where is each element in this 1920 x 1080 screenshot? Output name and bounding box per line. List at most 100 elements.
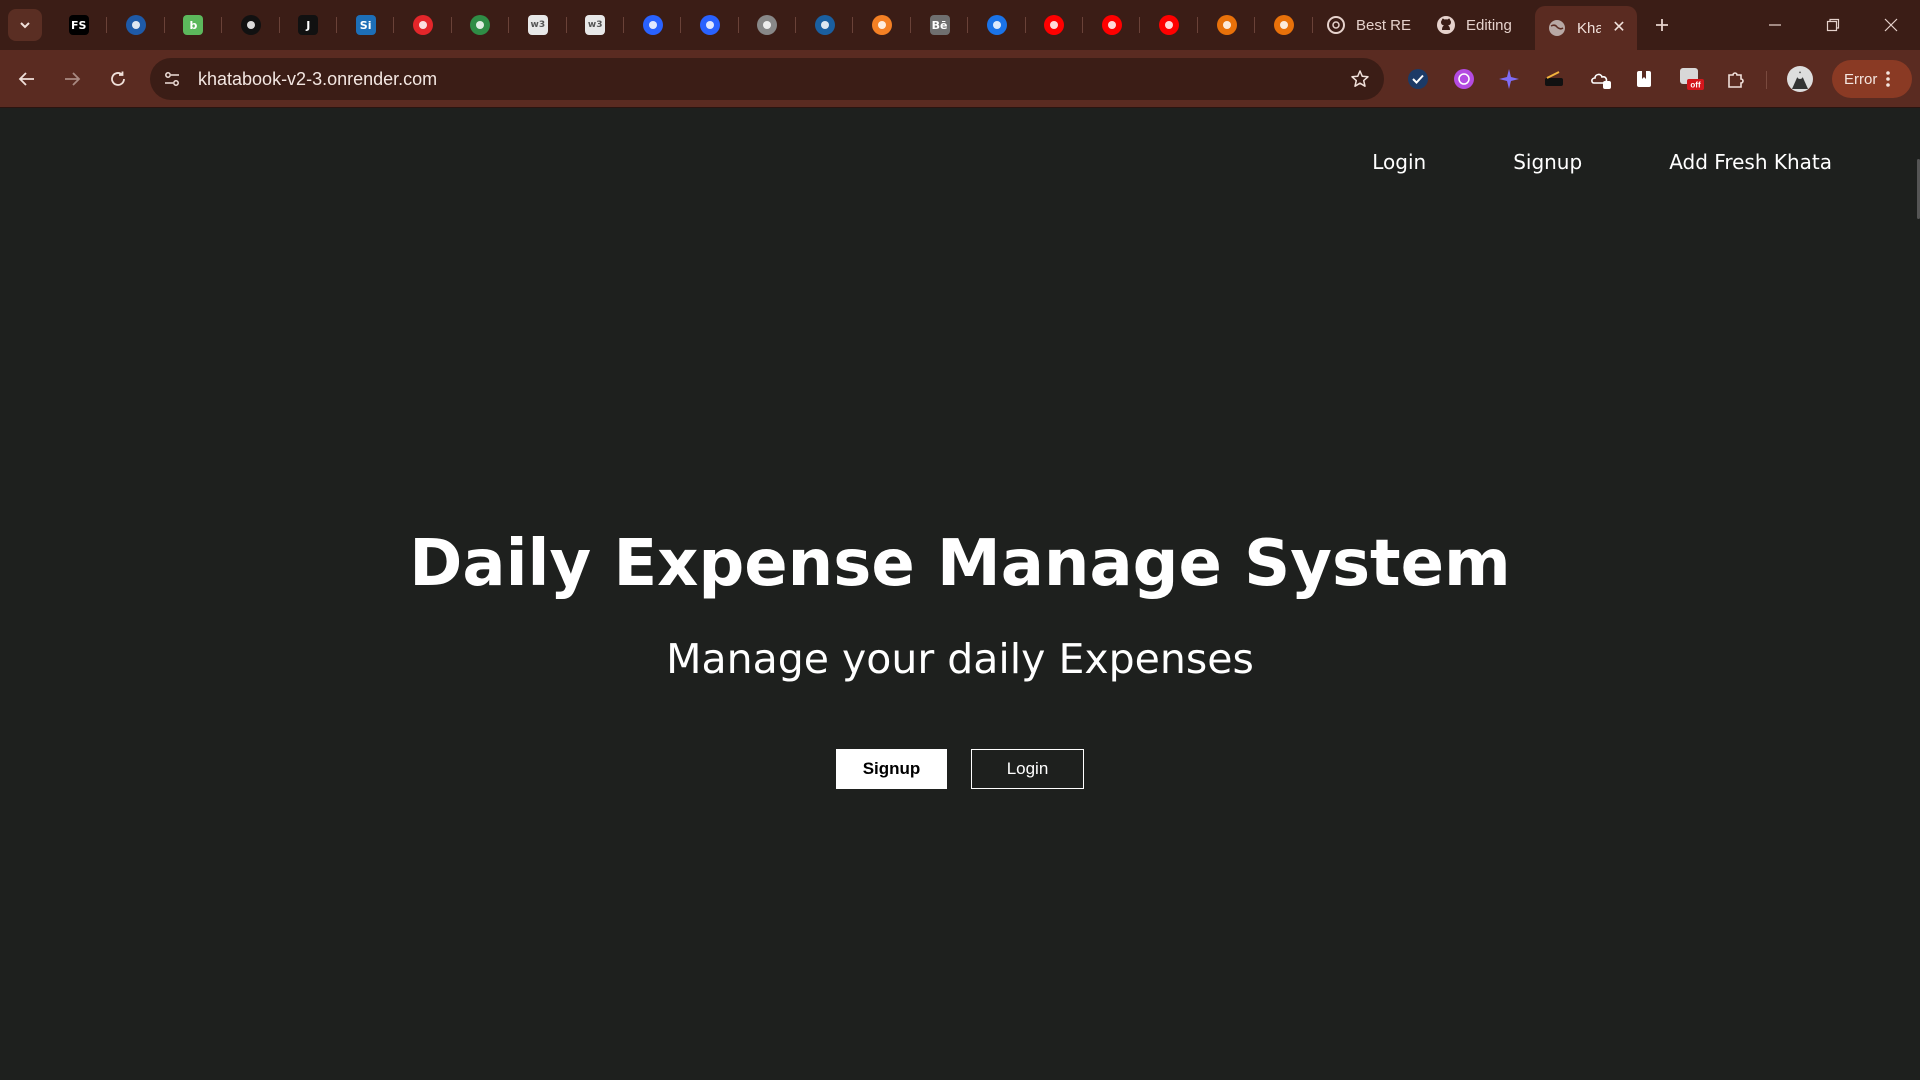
- tab-strip: FS b J Si w3 w3 Bē Best RE Editing Khatabook ✕: [0, 0, 1920, 50]
- blue-k-favicon-icon: [699, 15, 720, 35]
- new-tab-button[interactable]: [1647, 10, 1677, 40]
- globe-icon: [1549, 20, 1565, 36]
- pinned-tab[interactable]: [452, 0, 510, 50]
- pinned-tab[interactable]: [1083, 0, 1141, 50]
- pinned-tab[interactable]: [1255, 0, 1313, 50]
- tab-editing[interactable]: Editing: [1424, 0, 1530, 50]
- extensions-puzzle-icon[interactable]: [1722, 65, 1750, 93]
- tab-best-re[interactable]: Best RE: [1314, 0, 1419, 50]
- reload-button[interactable]: [102, 63, 134, 95]
- w3-favicon-icon: w3: [585, 15, 606, 35]
- extension-off-badge-icon[interactable]: off: [1677, 65, 1705, 93]
- pinned-tab[interactable]: [1026, 0, 1084, 50]
- pinned-tab[interactable]: [624, 0, 682, 50]
- toolbar-divider: [1766, 71, 1767, 89]
- nav-add-khata-link[interactable]: Add Fresh Khata: [1669, 150, 1832, 174]
- si-favicon-icon: Si: [355, 15, 376, 35]
- pinned-tab[interactable]: Si: [337, 0, 395, 50]
- more-vertical-icon: [1886, 71, 1891, 87]
- minimize-icon: [1769, 24, 1781, 26]
- youtube-favicon-icon: [1101, 15, 1122, 35]
- tab-label: Best RE: [1356, 16, 1412, 34]
- site-info-button[interactable]: [154, 61, 190, 97]
- login-button[interactable]: Login: [971, 749, 1084, 789]
- signup-button[interactable]: Signup: [836, 749, 947, 789]
- url-text[interactable]: khatabook-v2-3.onrender.com: [198, 69, 437, 90]
- pinned-tab[interactable]: w3: [509, 0, 567, 50]
- tab-active-khatabook[interactable]: Khatabook ✕: [1535, 6, 1637, 50]
- nav-login-link[interactable]: Login: [1372, 150, 1426, 174]
- page-content: Login Signup Add Fresh Khata Daily Expen…: [0, 109, 1920, 1080]
- close-window-button[interactable]: [1862, 0, 1920, 50]
- close-tab-icon[interactable]: ✕: [1609, 17, 1629, 37]
- brain-favicon-icon: [757, 15, 778, 35]
- blue-k-favicon-icon: [642, 15, 663, 35]
- restore-button[interactable]: [1804, 0, 1862, 50]
- site-nav: Login Signup Add Fresh Khata: [1372, 150, 1832, 174]
- pinned-tab[interactable]: [968, 0, 1027, 50]
- restore-icon: [1826, 18, 1840, 32]
- pinned-tab[interactable]: b: [165, 0, 223, 50]
- minimize-button[interactable]: [1746, 0, 1804, 50]
- error-label: Error: [1844, 70, 1878, 88]
- pinned-tab[interactable]: [853, 0, 912, 50]
- extension-checkmark-icon[interactable]: [1404, 65, 1432, 93]
- clock-favicon-icon: [240, 15, 261, 35]
- pinned-tab[interactable]: FS: [50, 0, 108, 50]
- cta-buttons: Signup Login: [836, 749, 1084, 789]
- plus-icon: [1656, 19, 1668, 31]
- youtube-favicon-icon: [1044, 15, 1065, 35]
- back-button[interactable]: [11, 63, 43, 95]
- pinned-tab[interactable]: [394, 0, 453, 50]
- pinned-tab[interactable]: Bē: [911, 0, 969, 50]
- forward-button[interactable]: [56, 63, 88, 95]
- profile-avatar-icon[interactable]: [1786, 65, 1814, 93]
- extension-cloud-hand-icon[interactable]: [1587, 65, 1615, 93]
- play-favicon-icon: [986, 15, 1007, 35]
- openai-icon: [1327, 16, 1345, 34]
- pinned-tab[interactable]: [1140, 0, 1199, 50]
- extension-purple-globe-icon[interactable]: [1450, 65, 1478, 93]
- tab-search-button[interactable]: [8, 9, 42, 41]
- pinned-tab[interactable]: [796, 0, 854, 50]
- tab-label: Khatabook: [1577, 19, 1601, 37]
- star-icon: [1351, 70, 1369, 87]
- tab-label: Editing: [1466, 16, 1512, 34]
- extension-dark-pen-icon[interactable]: [1540, 65, 1568, 93]
- pinned-tab[interactable]: [107, 0, 166, 50]
- browser-toolbar: khatabook-v2-3.onrender.com off Error: [0, 50, 1920, 108]
- hero-section: Daily Expense Manage System Manage your …: [0, 527, 1920, 683]
- red-ring-favicon-icon: [413, 15, 434, 35]
- pinned-tab[interactable]: [739, 0, 797, 50]
- youtube-favicon-icon: [1159, 15, 1180, 35]
- extension-bookmark-icon[interactable]: [1630, 65, 1658, 93]
- chevron-down-icon: [20, 22, 30, 29]
- bookmark-star-button[interactable]: [1348, 67, 1372, 91]
- extension-sparkle-icon[interactable]: [1495, 65, 1523, 93]
- pinned-tab[interactable]: [681, 0, 740, 50]
- page-scrollbar[interactable]: [1916, 109, 1920, 1080]
- profile-error-button[interactable]: Error: [1832, 60, 1912, 98]
- close-icon: [1884, 18, 1898, 32]
- pinned-tab[interactable]: w3: [567, 0, 625, 50]
- headset-favicon-icon: [126, 15, 147, 35]
- behance-favicon-icon: Bē: [929, 15, 950, 35]
- address-bar[interactable]: khatabook-v2-3.onrender.com: [150, 58, 1384, 100]
- j-favicon-icon: J: [298, 15, 319, 35]
- stack-favicon-icon: [872, 15, 893, 35]
- nav-signup-link[interactable]: Signup: [1513, 150, 1582, 174]
- pinned-tab[interactable]: [222, 0, 280, 50]
- arrow-left-icon: [18, 72, 34, 86]
- github-icon: [1437, 16, 1455, 34]
- pinned-tab[interactable]: [1198, 0, 1256, 50]
- fs-favicon-icon: FS: [68, 15, 89, 35]
- pinned-tab[interactable]: J: [280, 0, 338, 50]
- reload-icon: [111, 71, 125, 86]
- tune-icon: [165, 72, 179, 86]
- green-circle-favicon-icon: b: [183, 15, 204, 35]
- hero-title: Daily Expense Manage System: [409, 527, 1511, 601]
- globe-favicon-icon: [814, 15, 835, 35]
- arrow-right-icon: [65, 72, 81, 86]
- w3-favicon-icon: w3: [527, 15, 548, 35]
- pinned-tabs: FS b J Si w3 w3 Bē: [50, 0, 1313, 50]
